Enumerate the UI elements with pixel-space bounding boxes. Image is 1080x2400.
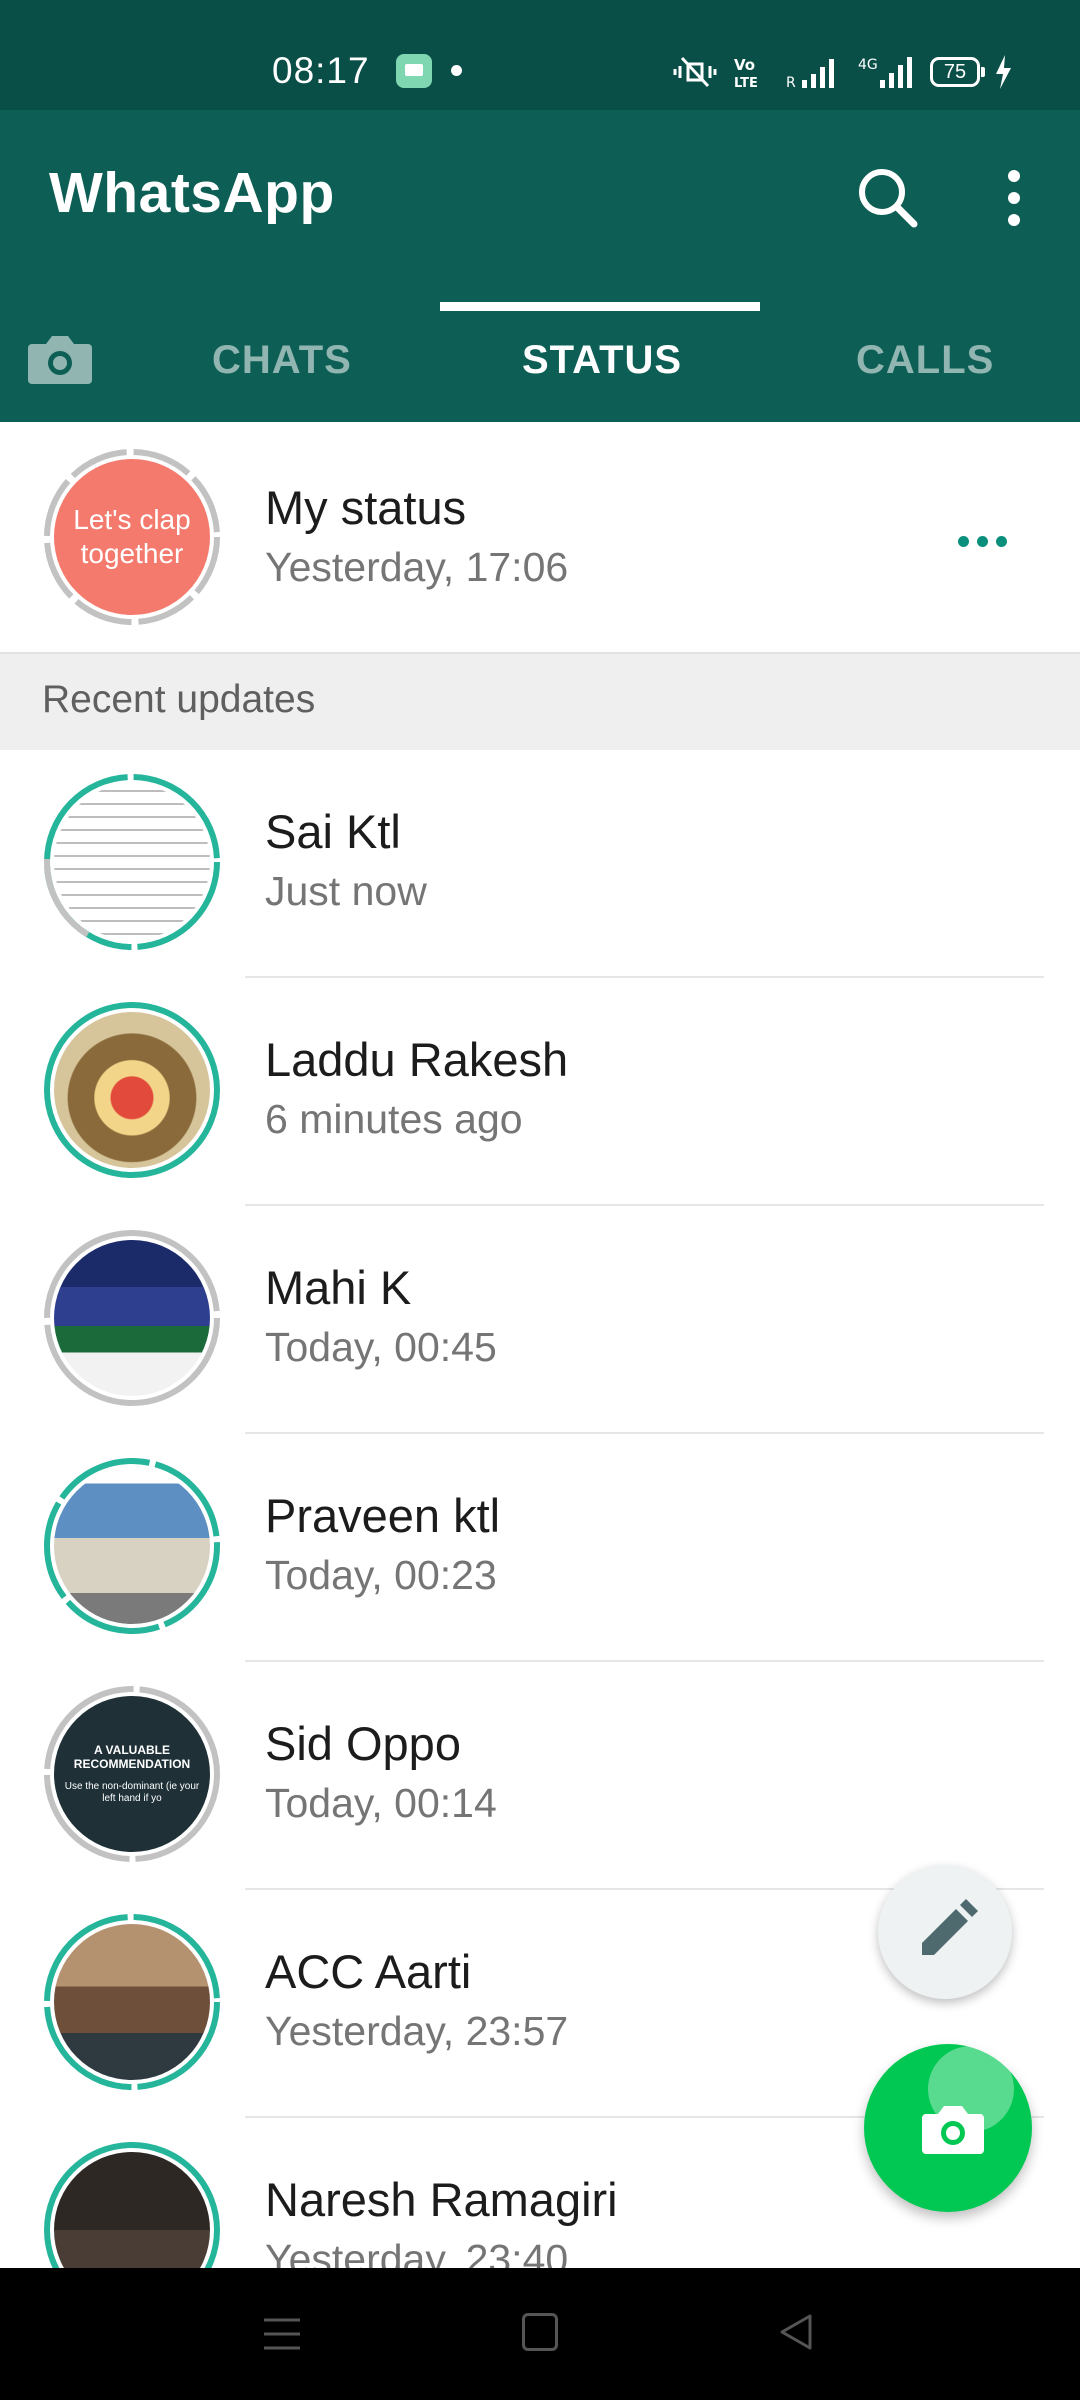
signal-4g-icon: 4G [858, 57, 912, 88]
app-bar: WhatsApp CHATS STATUS CALLS [0, 110, 1080, 422]
my-status-avatar[interactable]: Let's clap together [42, 447, 222, 627]
my-status-time: Yesterday, 17:06 [265, 544, 569, 590]
message-notification-icon [396, 54, 432, 88]
system-icons: Vo LTE R 4G 75 [672, 52, 1012, 92]
svg-text:LTE: LTE [734, 76, 758, 90]
my-status-more-button[interactable] [952, 526, 1012, 556]
svg-text:R: R [786, 75, 796, 90]
status-time: Today, 00:45 [265, 1324, 497, 1370]
my-status-thumbnail: Let's clap together [54, 459, 210, 615]
status-thumbnail [54, 1240, 210, 1396]
status-thumbnail: A VALUABLE RECOMMENDATION Use the non-do… [54, 1696, 210, 1852]
notification-dot-icon [451, 65, 462, 76]
more-vert-icon [1008, 170, 1020, 226]
tab-calls[interactable]: CALLS [856, 338, 994, 383]
contact-name: Mahi K [265, 1261, 412, 1314]
status-row[interactable]: Laddu Rakesh 6 minutes ago [0, 978, 1080, 1206]
more-options-button[interactable] [990, 158, 1038, 238]
charging-icon [996, 55, 1011, 89]
battery-icon: 75 [930, 57, 985, 87]
status-time: Today, 00:14 [265, 1780, 497, 1826]
status-row[interactable]: Praveen ktl Today, 00:23 [0, 1434, 1080, 1662]
thumbnail-body: Use the non-dominant (ie your left hand … [64, 1781, 200, 1804]
camera-icon [922, 2106, 984, 2154]
svg-text:Vo: Vo [734, 56, 755, 74]
app-title: WhatsApp [49, 161, 335, 225]
new-camera-status-button[interactable] [864, 2044, 1032, 2212]
new-text-status-button[interactable] [878, 1865, 1012, 1999]
contact-name: Naresh Ramagiri [265, 2173, 618, 2226]
svg-text:4G: 4G [858, 57, 878, 73]
status-time: Today, 00:23 [265, 1552, 497, 1598]
search-icon [859, 169, 918, 228]
status-avatar[interactable] [42, 1912, 222, 2092]
status-time: Yesterday, 23:57 [265, 2008, 569, 2054]
section-header-recent: Recent updates [0, 652, 1080, 750]
vibrate-icon [673, 56, 717, 88]
status-thumbnail [54, 1468, 210, 1624]
status-avatar[interactable]: A VALUABLE RECOMMENDATION Use the non-do… [42, 1684, 222, 1864]
my-status-title: My status [265, 481, 467, 534]
active-tab-indicator [440, 302, 760, 311]
back-icon[interactable] [776, 2312, 816, 2352]
status-time: Just now [265, 868, 427, 914]
system-navigation-bar [0, 2268, 1080, 2400]
home-icon[interactable] [522, 2313, 558, 2351]
my-status-row[interactable]: Let's clap together My status Yesterday,… [0, 422, 1080, 652]
tab-camera[interactable] [18, 320, 102, 400]
status-thumbnail [54, 1012, 210, 1168]
status-time: Yesterday, 23:40 [265, 2236, 569, 2270]
status-avatar[interactable] [42, 1000, 222, 1180]
status-list: Sai Ktl Just now Laddu Rakesh 6 minutes … [0, 750, 1080, 2270]
contact-name: Sid Oppo [265, 1717, 461, 1770]
tab-status[interactable]: STATUS [522, 338, 682, 383]
contact-name: Sai Ktl [265, 805, 401, 858]
contact-name: ACC Aarti [265, 1945, 472, 1998]
tab-bar: CHATS STATUS CALLS [0, 300, 1080, 422]
system-status-bar: 08:17 Vo LTE R 4G 75 [0, 0, 1080, 110]
contact-name: Praveen ktl [265, 1489, 501, 1542]
clock: 08:17 [272, 50, 370, 91]
status-time: 6 minutes ago [265, 1096, 523, 1142]
status-avatar[interactable] [42, 772, 222, 952]
status-avatar[interactable] [42, 1228, 222, 1408]
contact-name: Laddu Rakesh [265, 1033, 569, 1086]
signal-icon: R [786, 59, 834, 90]
more-horiz-icon [957, 535, 969, 547]
status-row[interactable]: Sai Ktl Just now [0, 750, 1080, 978]
volte-icon: Vo LTE [734, 56, 758, 90]
tab-chats[interactable]: CHATS [212, 338, 352, 383]
pencil-icon [922, 1899, 978, 1955]
status-avatar[interactable] [42, 1456, 222, 1636]
status-row[interactable]: A VALUABLE RECOMMENDATION Use the non-do… [0, 1662, 1080, 1890]
status-avatar[interactable] [42, 2140, 222, 2270]
status-thumbnail [54, 1924, 210, 2080]
status-row[interactable]: Mahi K Today, 00:45 [0, 1206, 1080, 1434]
section-label: Recent updates [42, 678, 316, 721]
camera-icon [28, 336, 92, 384]
search-button[interactable] [848, 158, 928, 238]
menu-icon[interactable] [262, 2316, 302, 2352]
status-thumbnail [54, 784, 210, 940]
thumbnail-title: A VALUABLE RECOMMENDATION [73, 1743, 191, 1771]
